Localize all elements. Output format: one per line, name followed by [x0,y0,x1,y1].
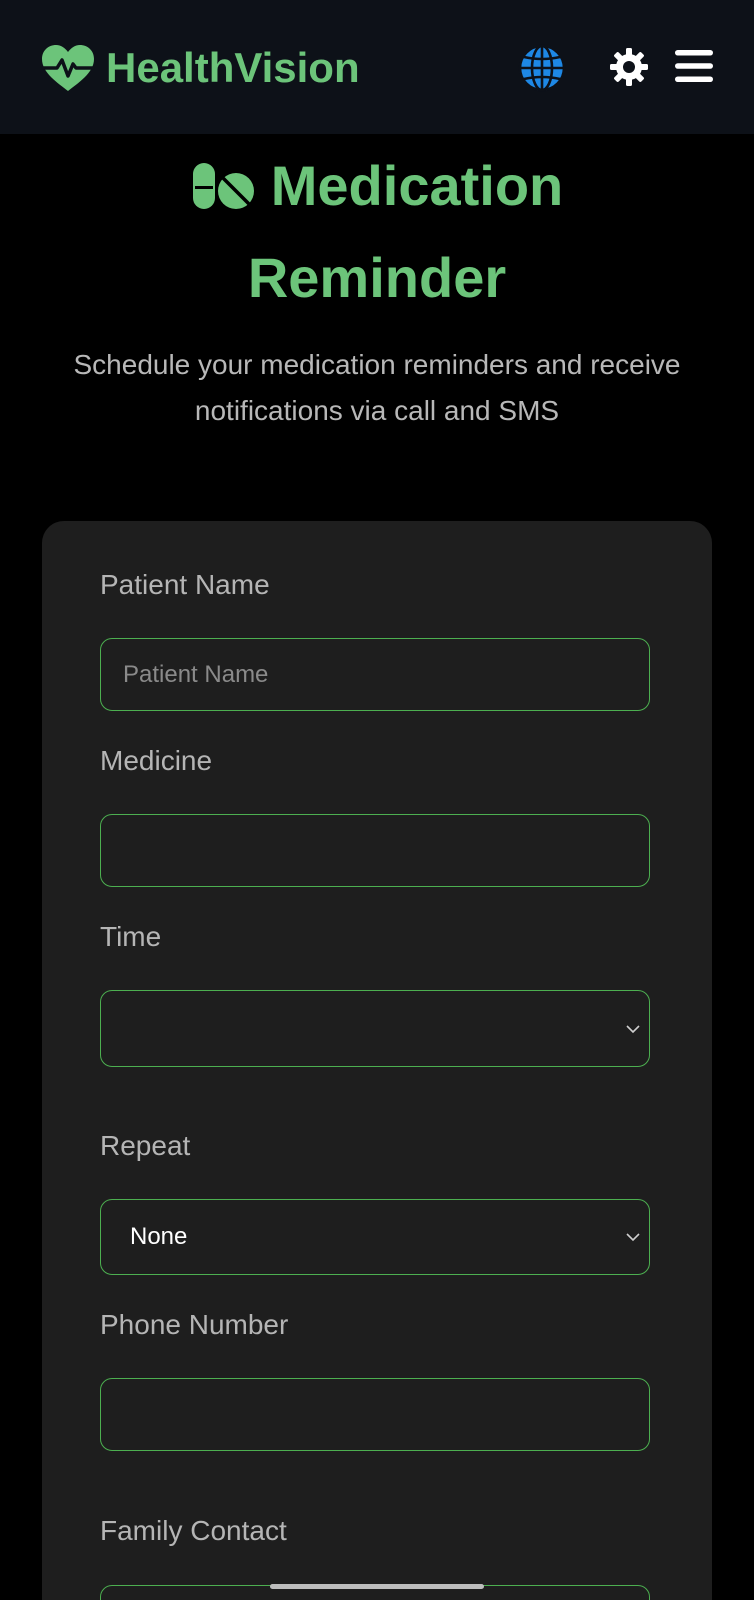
phone-number-label: Phone Number [100,1309,289,1340]
phone-number-input[interactable] [100,1378,650,1451]
medicine-input[interactable] [100,814,650,887]
title-line-1: Medication [270,154,564,217]
chevron-down-icon [626,1024,640,1033]
time-label: Time [100,921,162,952]
pills-icon [192,163,254,209]
menu-icon [675,50,713,82]
medicine-label: Medicine [100,745,213,776]
page: HealthVision Medication Reminder Schedul… [0,0,754,1600]
title-line-2: Reminder [247,246,507,309]
language-button[interactable] [516,42,568,94]
page-subtitle: Schedule your medication reminders and r… [73,349,681,426]
patient-name-input[interactable] [100,638,650,711]
repeat-value: None [130,1223,188,1250]
top-app-bar: HealthVision [0,0,754,134]
reminder-form-card: Patient Name Medicine Time Repeat None P… [42,521,712,1600]
time-picker[interactable] [100,990,650,1067]
page-heading: Medication Reminder [0,140,754,324]
repeat-select[interactable]: None [100,1199,650,1275]
chevron-down-icon [626,1233,640,1242]
settings-button[interactable] [606,44,652,90]
brand-name: HealthVision [106,44,360,91]
heartbeat-icon [41,45,95,91]
home-indicator[interactable] [270,1584,484,1589]
repeat-label: Repeat [100,1130,191,1161]
patient-name-label: Patient Name [100,569,270,600]
gear-icon [610,48,648,86]
brand-link[interactable]: HealthVision [40,40,360,96]
menu-button[interactable] [672,46,716,86]
globe-icon [518,44,566,92]
family-contact-label: Family Contact [100,1515,287,1546]
